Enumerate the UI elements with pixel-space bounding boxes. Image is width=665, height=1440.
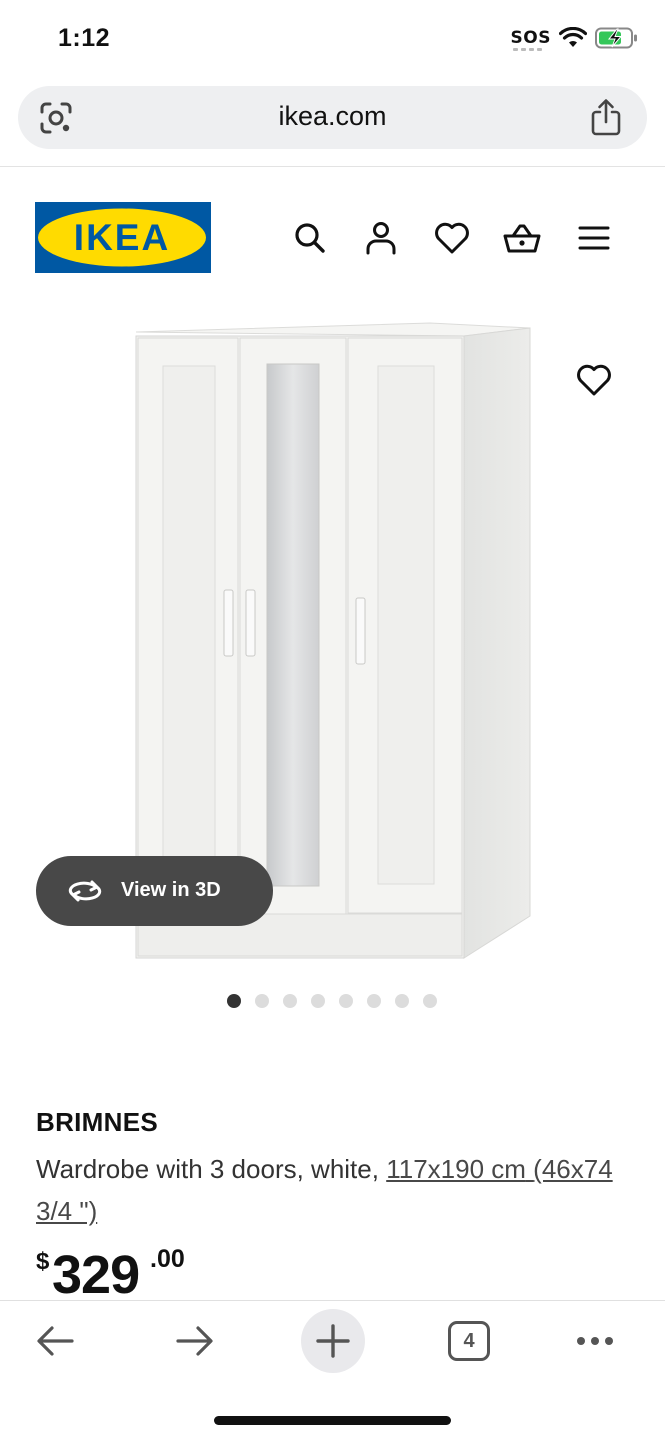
pagination-dot[interactable] — [283, 994, 297, 1008]
more-icon[interactable] — [573, 1319, 617, 1363]
tabs-icon[interactable]: 4 — [448, 1321, 490, 1361]
wifi-icon — [559, 27, 587, 47]
logo-text: IKEA — [74, 217, 170, 258]
new-tab-button[interactable] — [301, 1309, 365, 1373]
status-bar: 1:12 SOS — [0, 0, 665, 80]
gallery-pagination[interactable] — [227, 994, 437, 1008]
dimensions-metric[interactable]: 117x190 cm — [386, 1154, 526, 1184]
product-name: BRIMNES — [36, 1107, 158, 1137]
price-whole: 329 — [52, 1245, 140, 1305]
view-in-3d-button[interactable]: View in 3D — [36, 856, 273, 926]
sos-indicator: SOS — [510, 28, 551, 51]
pagination-dot[interactable] — [227, 994, 241, 1008]
product-description: Wardrobe with 3 doors, white, 117x190 cm… — [36, 1148, 636, 1232]
ikea-logo[interactable]: IKEA — [35, 202, 211, 273]
status-time: 1:12 — [58, 24, 111, 52]
rotate-3d-icon — [68, 880, 102, 902]
heart-icon[interactable] — [432, 218, 472, 258]
back-icon[interactable] — [34, 1319, 78, 1363]
pagination-dot[interactable] — [339, 994, 353, 1008]
home-indicator — [214, 1416, 451, 1425]
view-in-3d-label: View in 3D — [121, 879, 221, 901]
pagination-dot[interactable] — [395, 994, 409, 1008]
address-bar[interactable]: ikea.com — [18, 86, 647, 149]
status-indicators: SOS — [510, 27, 639, 51]
new-tab-icon — [316, 1324, 350, 1358]
pagination-dot[interactable] — [367, 994, 381, 1008]
price-currency: $ — [36, 1248, 50, 1275]
battery-charging-icon — [595, 27, 637, 49]
pagination-dot[interactable] — [311, 994, 325, 1008]
price-decimal: .00 — [150, 1245, 185, 1273]
url-text[interactable]: ikea.com — [18, 101, 647, 132]
pagination-dot[interactable] — [423, 994, 437, 1008]
menu-icon[interactable] — [574, 218, 614, 258]
sos-label: SOS — [510, 28, 551, 48]
basket-icon[interactable] — [502, 218, 542, 258]
favorite-heart-icon[interactable] — [574, 360, 614, 400]
pagination-dot[interactable] — [255, 994, 269, 1008]
share-icon[interactable] — [589, 98, 623, 136]
product-type: Wardrobe with 3 doors, white, — [36, 1154, 379, 1184]
divider — [0, 166, 665, 167]
sos-signal-dots — [512, 48, 543, 51]
user-icon[interactable] — [361, 218, 401, 258]
search-icon[interactable] — [290, 218, 330, 258]
forward-icon[interactable] — [172, 1319, 216, 1363]
